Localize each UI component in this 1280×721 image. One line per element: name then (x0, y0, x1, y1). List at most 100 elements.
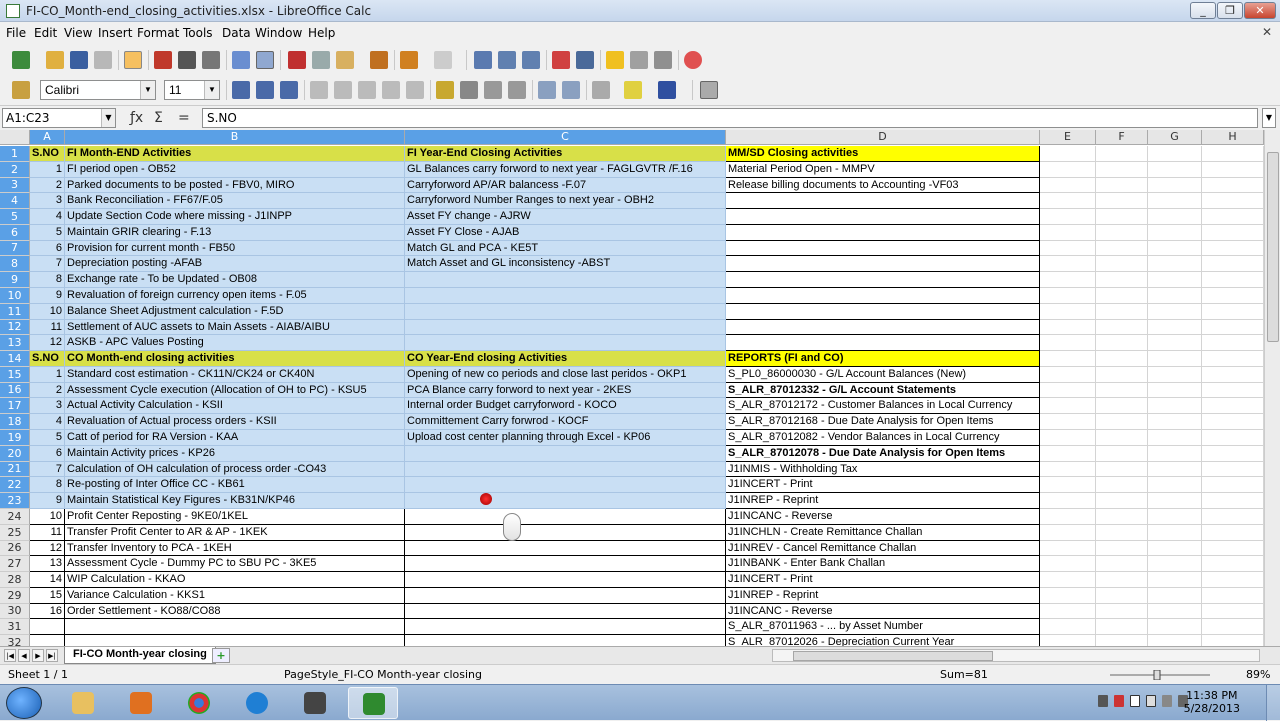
cell-a30[interactable]: 16 (30, 604, 65, 619)
row-header[interactable]: 17 (0, 398, 30, 414)
cell-empty[interactable] (1148, 556, 1202, 572)
cell-empty[interactable] (1202, 477, 1264, 493)
toggle-grid-icon[interactable] (700, 81, 718, 99)
cell-b16[interactable]: Assessment Cycle execution (Allocation o… (65, 383, 405, 398)
cell-empty[interactable] (1148, 446, 1202, 462)
cell-empty[interactable] (1096, 493, 1148, 509)
cell-a26[interactable]: 12 (30, 541, 65, 556)
cut-icon[interactable] (288, 51, 306, 69)
cell-a23[interactable]: 9 (30, 493, 65, 509)
cell-d27[interactable]: J1INBANK - Enter Bank Challan (726, 556, 1040, 572)
paste-icon[interactable] (336, 51, 354, 69)
chevron-down-icon[interactable]: ▼ (140, 81, 155, 99)
cell-empty[interactable] (1202, 304, 1264, 320)
cell-empty[interactable] (1096, 272, 1148, 288)
cell-empty[interactable] (1202, 320, 1264, 335)
cell-empty[interactable] (1202, 383, 1264, 398)
cell-empty[interactable] (1202, 241, 1264, 256)
cell-a4[interactable]: 3 (30, 193, 65, 209)
formula-input[interactable]: S.NO (202, 108, 1258, 128)
cell-empty[interactable] (1148, 272, 1202, 288)
function-icon[interactable]: = (178, 110, 190, 126)
save-icon[interactable] (70, 51, 88, 69)
cell-empty[interactable] (1148, 367, 1202, 383)
row-header[interactable]: 7 (0, 241, 30, 256)
cell-b22[interactable]: Re-posting of Inter Office CC - KB61 (65, 477, 405, 493)
taskbar-explorer[interactable] (58, 687, 108, 719)
decrease-indent-icon[interactable] (538, 81, 556, 99)
cell-d28[interactable]: J1INCERT - Print (726, 572, 1040, 588)
row-header[interactable]: 14 (0, 351, 30, 367)
cell-b9[interactable]: Exchange rate - To be Updated - OB08 (65, 272, 405, 288)
cell-c29[interactable] (405, 588, 726, 604)
cell-empty[interactable] (1202, 256, 1264, 272)
cell-b5[interactable]: Update Section Code where missing - J1IN… (65, 209, 405, 225)
function-wizard-icon[interactable]: ƒx (130, 110, 143, 126)
cell-c12[interactable] (405, 320, 726, 335)
cell-empty[interactable] (1202, 272, 1264, 288)
row-header[interactable]: 25 (0, 525, 30, 541)
sort-ascending-icon[interactable] (498, 51, 516, 69)
cell-d31[interactable]: S_ALR_87011963 - ... by Asset Number (726, 619, 1040, 635)
cell-b31[interactable] (65, 619, 405, 635)
cell-empty[interactable] (1202, 556, 1264, 572)
cell-empty[interactable] (1148, 288, 1202, 304)
cell-empty[interactable] (1040, 588, 1096, 604)
cell-empty[interactable] (1040, 178, 1096, 193)
sum-icon[interactable]: Σ (154, 110, 163, 126)
cell-empty[interactable] (1040, 162, 1096, 178)
justify-icon[interactable] (382, 81, 400, 99)
autospellcheck-icon[interactable] (256, 51, 274, 69)
column-header-b[interactable]: B (65, 130, 405, 145)
font-color-icon[interactable] (658, 81, 676, 99)
cell-a3[interactable]: 2 (30, 178, 65, 193)
cell-empty[interactable] (1202, 446, 1264, 462)
cell-b11[interactable]: Balance Sheet Adjustment calculation - F… (65, 304, 405, 320)
menu-view[interactable]: View (64, 26, 92, 40)
row-header[interactable]: 20 (0, 446, 30, 462)
battery-icon[interactable] (1146, 695, 1156, 707)
cell-empty[interactable] (1040, 335, 1096, 351)
increase-indent-icon[interactable] (562, 81, 580, 99)
cell-empty[interactable] (1202, 572, 1264, 588)
taskbar-media-player[interactable] (116, 687, 166, 719)
cell-empty[interactable] (1148, 477, 1202, 493)
cell-d8[interactable] (726, 256, 1040, 272)
cell-empty[interactable] (1148, 320, 1202, 335)
cell-d25[interactable]: J1INCHLN - Create Remittance Challan (726, 525, 1040, 541)
menu-edit[interactable]: Edit (34, 26, 57, 40)
cell-empty[interactable] (1040, 556, 1096, 572)
cell-empty[interactable] (1096, 556, 1148, 572)
cell-empty[interactable] (1096, 541, 1148, 556)
cell-b18[interactable]: Revaluation of Actual process orders - K… (65, 414, 405, 430)
cell-d22[interactable]: J1INCERT - Print (726, 477, 1040, 493)
cell-empty[interactable] (1096, 477, 1148, 493)
cell-b3[interactable]: Parked documents to be posted - FBV0, MI… (65, 178, 405, 193)
bold-icon[interactable] (232, 81, 250, 99)
cell-d4[interactable] (726, 193, 1040, 209)
cell-a24[interactable]: 10 (30, 509, 65, 525)
cell-c26[interactable] (405, 541, 726, 556)
cell-empty[interactable] (1096, 162, 1148, 178)
cell-b17[interactable]: Actual Activity Calculation - KSII (65, 398, 405, 414)
clone-format-icon[interactable] (370, 51, 388, 69)
new-document-icon[interactable] (12, 51, 30, 69)
cell-a15[interactable]: 1 (30, 367, 65, 383)
cell-empty[interactable] (1040, 241, 1096, 256)
cell-a7[interactable]: 6 (30, 241, 65, 256)
cell-d14[interactable]: REPORTS (FI and CO) (726, 351, 1040, 367)
row-header[interactable]: 24 (0, 509, 30, 525)
cell-d15[interactable]: S_PL0_86000030 - G/L Account Balances (N… (726, 367, 1040, 383)
align-right-icon[interactable] (358, 81, 376, 99)
taskbar-libreoffice-calc[interactable] (348, 687, 398, 719)
cell-b13[interactable]: ASKB - APC Values Posting (65, 335, 405, 351)
cell-a9[interactable]: 8 (30, 272, 65, 288)
cell-c2[interactable]: GL Balances carry forword to next year -… (405, 162, 726, 178)
cell-a1[interactable]: S.NO (30, 146, 65, 162)
cell-b32[interactable] (65, 635, 405, 646)
cell-c23[interactable] (405, 493, 726, 509)
cell-d5[interactable] (726, 209, 1040, 225)
cell-d32[interactable]: S_ALR_87012026 - Depreciation Current Ye… (726, 635, 1040, 646)
cell-empty[interactable] (1148, 256, 1202, 272)
cell-d1[interactable]: MM/SD Closing activities (726, 146, 1040, 162)
